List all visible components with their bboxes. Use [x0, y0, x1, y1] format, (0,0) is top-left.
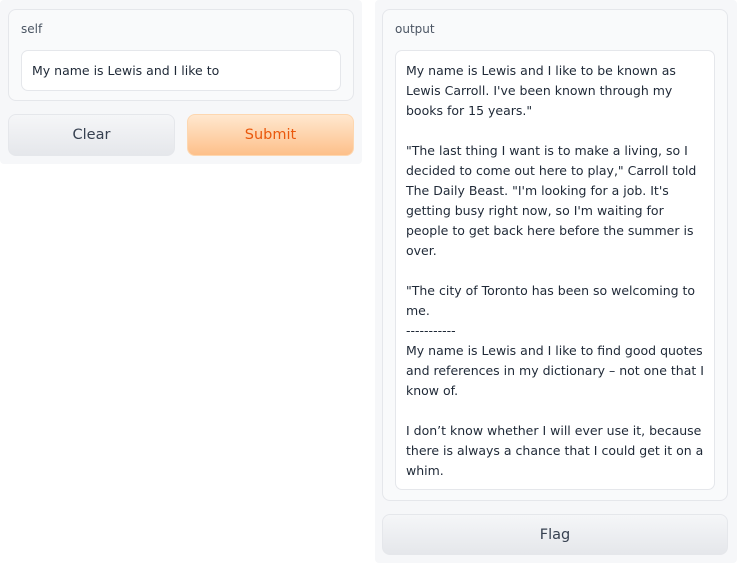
- output-block: output My name is Lewis and I like to be…: [382, 9, 728, 501]
- flag-button[interactable]: Flag: [382, 514, 728, 555]
- output-panel: output My name is Lewis and I like to be…: [375, 0, 737, 563]
- self-textbox[interactable]: [21, 50, 341, 91]
- self-input-label: self: [21, 22, 43, 36]
- clear-button[interactable]: Clear: [8, 114, 175, 156]
- self-input-block: self: [8, 9, 354, 101]
- output-textbox[interactable]: My name is Lewis and I like to be known …: [395, 50, 715, 490]
- output-label: output: [395, 22, 435, 36]
- input-panel: self Clear Submit: [0, 0, 362, 164]
- submit-button[interactable]: Submit: [187, 114, 354, 156]
